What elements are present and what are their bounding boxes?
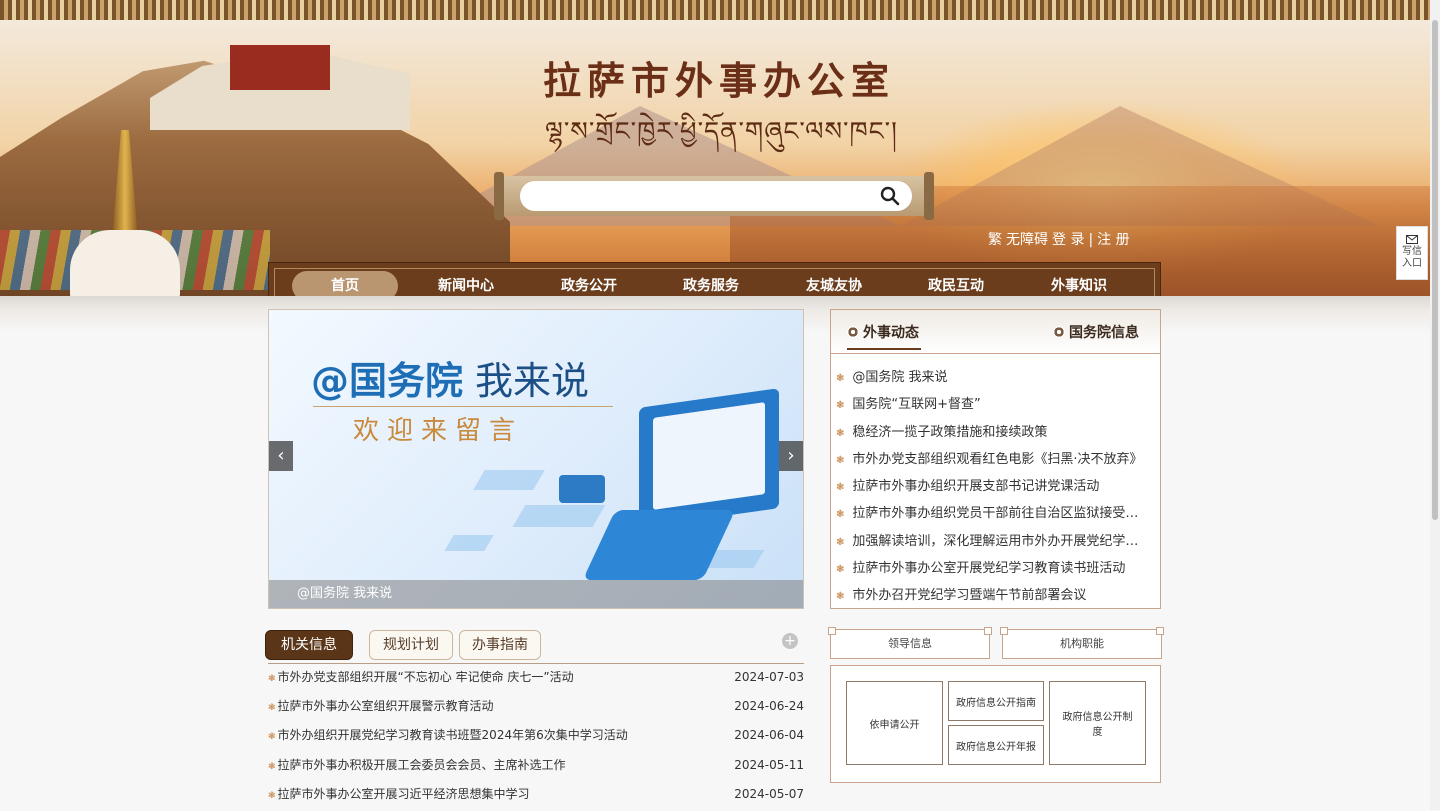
news-item[interactable]: 国务院“互联网+督查” xyxy=(836,391,1146,418)
list-item[interactable]: 拉萨市外事办积极开展工会委员会会员、主席补选工作2024-05-11 xyxy=(268,751,804,780)
item-date: 2024-05-07 xyxy=(734,786,804,801)
news-panel: 外事动态 国务院信息 @国务院 我来说 国务院“互联网+督查” 稳经济一揽子政策… xyxy=(830,309,1161,609)
traditional-chinese-link[interactable]: 繁 xyxy=(988,232,1002,248)
page-scrollbar[interactable] xyxy=(1430,0,1440,810)
write-letter-label-1: 写信 xyxy=(1402,246,1422,257)
list-item[interactable]: 拉萨市外事办公室开展习近平经济思想集中学习2024-05-07 xyxy=(268,780,804,809)
top-links: 繁无障碍登 录 | 注 册 xyxy=(988,229,1134,249)
separator: | xyxy=(1088,232,1094,248)
stupa-image xyxy=(60,130,190,296)
list-item[interactable]: 市外办党支部组织开展“不忘初心 牢记使命 庆七一”活动2024-07-03 xyxy=(268,663,804,692)
more-plus-icon[interactable]: + xyxy=(782,633,798,649)
info-list: 市外办党支部组织开展“不忘初心 牢记使命 庆七一”活动2024-07-03 拉萨… xyxy=(268,663,804,809)
news-item[interactable]: 市外办召开党纪学习暨端午节前部署会议 xyxy=(836,582,1146,609)
news-item[interactable]: 拉萨市外事办组织开展支部书记讲党课活动 xyxy=(836,473,1146,500)
item-date: 2024-07-03 xyxy=(734,670,804,684)
search-input[interactable] xyxy=(520,181,912,211)
news-item[interactable]: 拉萨市外事办公室开展党纪学习教育读书班活动 xyxy=(836,555,1146,582)
disclosure-annual-report-button[interactable]: 政府信息公开年报 xyxy=(948,725,1044,765)
tab-state-council-info[interactable]: 国务院信息 xyxy=(1053,322,1139,342)
leader-info-button[interactable]: 领导信息 xyxy=(828,627,992,659)
banner-title: @国务院 我来说 xyxy=(311,359,590,403)
register-link[interactable]: 注 册 xyxy=(1097,232,1129,248)
banner-carousel[interactable]: @国务院 我来说 欢迎来留言 ‹ › @国务院 我来说 xyxy=(268,309,804,609)
disclosure-guide-button[interactable]: 政府信息公开指南 xyxy=(948,681,1044,721)
mail-icon xyxy=(1406,235,1418,244)
apply-disclosure-button[interactable]: 依申请公开 xyxy=(846,681,943,765)
news-item[interactable]: 拉萨市外事办组织党员干部前往自治区监狱接受警示教育 xyxy=(836,500,1146,527)
tab-agency-info[interactable]: 机关信息 xyxy=(265,630,353,660)
banner-caption[interactable]: @国务院 我来说 xyxy=(269,580,803,608)
list-item[interactable]: 拉萨市外事办公室组织开展警示教育活动2024-06-24 xyxy=(268,692,804,721)
list-item[interactable]: 市外办组织开展党纪学习教育读书班暨2024年第6次集中学习活动2024-06-0… xyxy=(268,721,804,750)
news-item[interactable]: @国务院 我来说 xyxy=(836,364,1146,391)
accessibility-link[interactable]: 无障碍 xyxy=(1006,232,1048,248)
write-letter-label-2: 入口 xyxy=(1402,258,1422,269)
news-tabs: 外事动态 国务院信息 xyxy=(831,310,1160,354)
site-title-tibetan: ལྷ་ས་གྲོང་ཁྱེར་ཕྱི་དོན་གཞུང་ལས་ཁང་། xyxy=(545,117,898,147)
flower-icon xyxy=(847,326,859,338)
news-item[interactable]: 稳经济一揽子政策措施和接续政策 xyxy=(836,419,1146,446)
tab-service-guide[interactable]: 办事指南 xyxy=(459,630,541,660)
news-item[interactable]: 市外办党支部组织观看红色电影《扫黑·决不放弃》 xyxy=(836,446,1146,473)
search-icon[interactable] xyxy=(880,186,900,206)
flower-icon xyxy=(1053,326,1065,338)
item-date: 2024-05-11 xyxy=(734,757,804,772)
login-link[interactable]: 登 录 xyxy=(1052,232,1084,248)
news-list: @国务院 我来说 国务院“互联网+督查” 稳经济一揽子政策措施和接续政策 市外办… xyxy=(836,364,1146,610)
banner-slogan: 欢迎来留言 xyxy=(353,416,524,446)
news-item[interactable]: 加强解读培训，深化理解运用市外办开展党纪学习教育 xyxy=(836,528,1146,555)
info-disclosure-panel: 依申请公开 政府信息公开指南 政府信息公开年报 政府信息公开制度 xyxy=(830,665,1161,783)
chat-bubble-illustration xyxy=(559,475,605,503)
phone-illustration xyxy=(582,510,736,580)
item-date: 2024-06-04 xyxy=(734,728,804,743)
tab-foreign-affairs-news[interactable]: 外事动态 xyxy=(847,322,921,350)
site-title: 拉萨市外事办公室 xyxy=(543,58,896,103)
info-tabs: 机关信息 规划计划 办事指南 xyxy=(263,628,804,660)
item-date: 2024-06-24 xyxy=(734,699,804,714)
scrollbar-thumb[interactable] xyxy=(1432,20,1438,520)
disclosure-system-button[interactable]: 政府信息公开制度 xyxy=(1049,681,1146,765)
org-function-button[interactable]: 机构职能 xyxy=(1000,627,1164,659)
tab-plans[interactable]: 规划计划 xyxy=(369,630,453,660)
banner-prev-arrow[interactable]: ‹ xyxy=(269,441,293,471)
write-letter-entry[interactable]: 写信 入口 xyxy=(1396,226,1428,280)
top-decorative-border xyxy=(0,0,1430,22)
banner-next-arrow[interactable]: › xyxy=(779,441,803,471)
